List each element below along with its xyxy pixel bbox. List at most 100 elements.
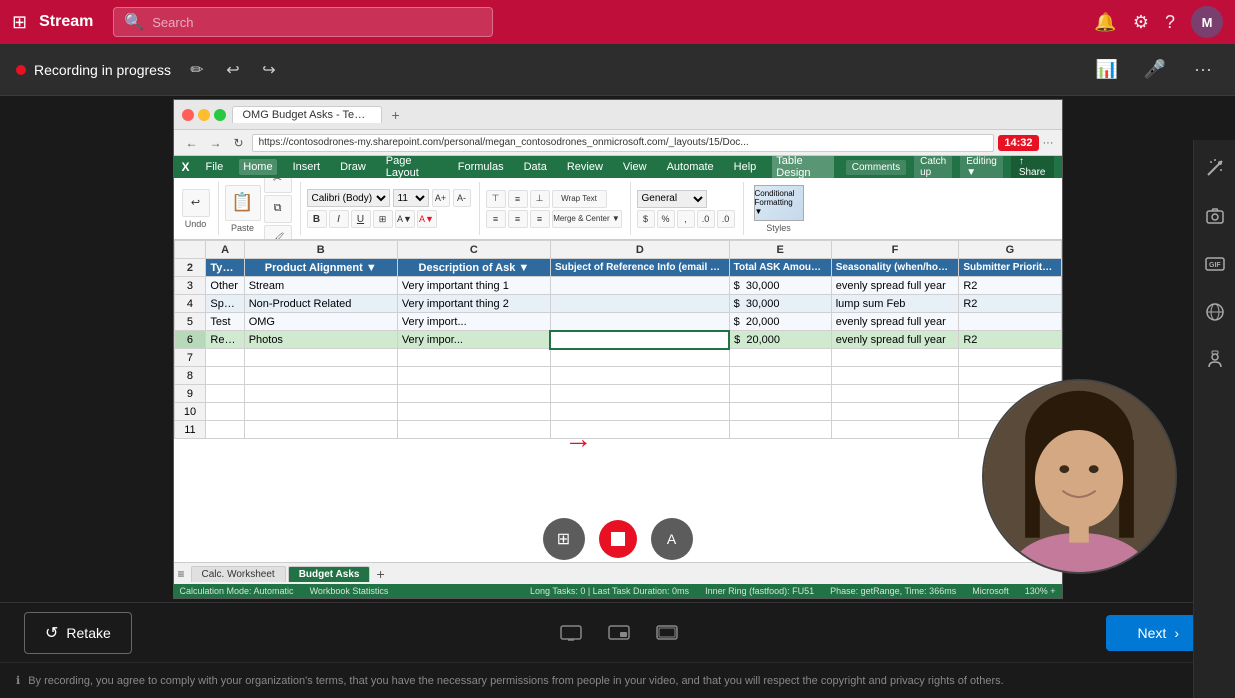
add-sheet-btn[interactable]: + bbox=[372, 566, 388, 582]
percent-btn[interactable]: % bbox=[657, 210, 675, 228]
maximize-window-btn[interactable] bbox=[214, 109, 226, 121]
redo-icon[interactable]: ↪ bbox=[255, 56, 283, 84]
col-header-f[interactable]: F bbox=[831, 241, 959, 259]
close-window-btn[interactable] bbox=[182, 109, 194, 121]
cell-7b[interactable] bbox=[244, 349, 397, 367]
more-options-icon[interactable]: ··· bbox=[1187, 54, 1219, 86]
cell-4e[interactable]: $ 30,000 bbox=[729, 295, 831, 313]
cell-3b[interactable]: Stream bbox=[244, 277, 397, 295]
excel-catchup-btn[interactable]: Catch up bbox=[914, 156, 952, 180]
ribbon-copy-btn[interactable]: ⧉ bbox=[264, 195, 292, 223]
cell-7d[interactable] bbox=[550, 349, 729, 367]
ribbon-paste-btn[interactable]: 📋 bbox=[225, 185, 261, 221]
notifications-icon[interactable]: 🔔 bbox=[1094, 12, 1116, 33]
cell-7c[interactable] bbox=[397, 349, 550, 367]
settings-icon[interactable]: ⚙ bbox=[1133, 12, 1149, 33]
teleprompter-icon[interactable]: 📊 bbox=[1091, 54, 1123, 86]
browser-url-bar[interactable]: https://contosodrones-my.sharepoint.com/… bbox=[252, 134, 995, 152]
col-header-b[interactable]: B bbox=[244, 241, 397, 259]
browser-back-btn[interactable]: ← bbox=[182, 134, 202, 152]
cell-3a[interactable]: Other bbox=[206, 277, 244, 295]
font-size-increase-btn[interactable]: A+ bbox=[432, 189, 450, 207]
browser-refresh-btn[interactable]: ↻ bbox=[230, 134, 248, 152]
col-submitter[interactable]: Submitter Priority ▼ bbox=[959, 259, 1061, 277]
col-header-c[interactable]: C bbox=[397, 241, 550, 259]
align-bottom-btn[interactable]: ⊥ bbox=[530, 190, 550, 208]
wand-icon[interactable] bbox=[1199, 152, 1231, 184]
cell-6a[interactable]: Research bbox=[206, 331, 244, 349]
search-box[interactable]: 🔍 bbox=[113, 7, 493, 37]
align-center-btn[interactable]: ≡ bbox=[508, 210, 528, 228]
help-icon[interactable]: ? bbox=[1165, 12, 1175, 33]
currency-btn[interactable]: $ bbox=[637, 210, 655, 228]
cell-6d-selected[interactable] bbox=[550, 331, 729, 349]
cell-5b[interactable]: OMG bbox=[244, 313, 397, 331]
font-color-btn[interactable]: A▼ bbox=[417, 210, 437, 228]
camera-icon[interactable] bbox=[1199, 200, 1231, 232]
increase-decimal-btn[interactable]: .0 bbox=[697, 210, 715, 228]
font-family-select[interactable]: Calibri (Body) bbox=[307, 189, 390, 207]
cell-6g[interactable]: R2 bbox=[959, 331, 1061, 349]
col-header-a[interactable]: A bbox=[206, 241, 244, 259]
excel-comments-btn[interactable]: Comments bbox=[846, 160, 906, 175]
fill-color-btn[interactable]: A▼ bbox=[395, 210, 415, 228]
cell-4b[interactable]: Non-Product Related bbox=[244, 295, 397, 313]
cell-5d[interactable] bbox=[550, 313, 729, 331]
col-header-g[interactable]: G bbox=[959, 241, 1061, 259]
excel-data-menu[interactable]: Data bbox=[520, 159, 551, 175]
cell-5e[interactable]: $ 20,000 bbox=[729, 313, 831, 331]
browser-tab[interactable]: OMG Budget Asks - Template... bbox=[232, 106, 382, 123]
number-format-select[interactable]: General bbox=[637, 190, 707, 208]
cell-5f[interactable]: evenly spread full year bbox=[831, 313, 959, 331]
fullscreen-view-btn[interactable] bbox=[651, 617, 683, 649]
col-header-d[interactable]: D bbox=[550, 241, 729, 259]
excel-automate-menu[interactable]: Automate bbox=[663, 159, 718, 175]
excel-help-menu[interactable]: Help bbox=[730, 159, 761, 175]
cell-3f[interactable]: evenly spread full year bbox=[831, 277, 959, 295]
gif-icon[interactable]: GIF bbox=[1199, 248, 1231, 280]
cell-3e[interactable]: $ 30,000 bbox=[729, 277, 831, 295]
excel-formulas-menu[interactable]: Formulas bbox=[454, 159, 508, 175]
search-input[interactable] bbox=[152, 15, 482, 30]
text-overlay-btn[interactable]: A bbox=[651, 518, 693, 560]
border-btn[interactable]: ⊞ bbox=[373, 210, 393, 228]
excel-review-menu[interactable]: Review bbox=[563, 159, 607, 175]
excel-insert-menu[interactable]: Insert bbox=[289, 159, 325, 175]
retake-button[interactable]: ↺ Retake bbox=[24, 612, 132, 654]
col-type-of-spend[interactable]: Type of Spend ▼ bbox=[206, 259, 244, 277]
ribbon-cut-btn[interactable]: ✂ bbox=[264, 178, 292, 193]
cell-5c[interactable]: Very import... bbox=[397, 313, 550, 331]
grid-icon[interactable]: ⊞ bbox=[12, 12, 27, 33]
wrap-text-btn[interactable]: Wrap Text bbox=[552, 190, 607, 208]
cell-7f[interactable] bbox=[831, 349, 959, 367]
screen-share-view-btn[interactable] bbox=[555, 617, 587, 649]
font-size-select[interactable]: 11 bbox=[393, 189, 429, 207]
merge-center-btn[interactable]: Merge & Center ▼ bbox=[552, 210, 622, 228]
excel-home-menu[interactable]: Home bbox=[239, 159, 276, 175]
excel-share-btn[interactable]: ↑ Share bbox=[1011, 156, 1054, 180]
stop-recording-btn[interactable] bbox=[599, 520, 637, 558]
globe-icon[interactable] bbox=[1199, 296, 1231, 328]
decrease-decimal-btn[interactable]: .0 bbox=[717, 210, 735, 228]
conditional-formatting-btn[interactable]: Conditional Formatting ▼ bbox=[754, 185, 804, 221]
avatar[interactable]: M bbox=[1191, 6, 1223, 38]
microphone-icon[interactable]: 🎤 bbox=[1139, 54, 1171, 86]
cell-7e[interactable] bbox=[729, 349, 831, 367]
pip-view-btn[interactable] bbox=[603, 617, 635, 649]
eraser-icon[interactable]: ✏ bbox=[183, 56, 211, 84]
cell-6e[interactable]: $ 20,000 bbox=[729, 331, 831, 349]
cell-5a[interactable]: Test bbox=[206, 313, 244, 331]
excel-view-menu[interactable]: View bbox=[619, 159, 651, 175]
cell-4a[interactable]: Special Programs bbox=[206, 295, 244, 313]
browser-menu-btn[interactable]: ··· bbox=[1043, 137, 1054, 149]
align-right-btn[interactable]: ≡ bbox=[530, 210, 550, 228]
cell-6c[interactable]: Very impor... bbox=[397, 331, 550, 349]
ribbon-undo-btn[interactable]: ↩ bbox=[182, 189, 210, 217]
minimize-window-btn[interactable] bbox=[198, 109, 210, 121]
cell-3c[interactable]: Very important thing 1 bbox=[397, 277, 550, 295]
sheet-nav-btn[interactable]: ≡ bbox=[178, 567, 185, 581]
italic-btn[interactable]: I bbox=[329, 210, 349, 228]
cell-7g[interactable] bbox=[959, 349, 1061, 367]
align-middle-btn[interactable]: ≡ bbox=[508, 190, 528, 208]
sheet-tab-budget[interactable]: Budget Asks bbox=[288, 566, 371, 582]
